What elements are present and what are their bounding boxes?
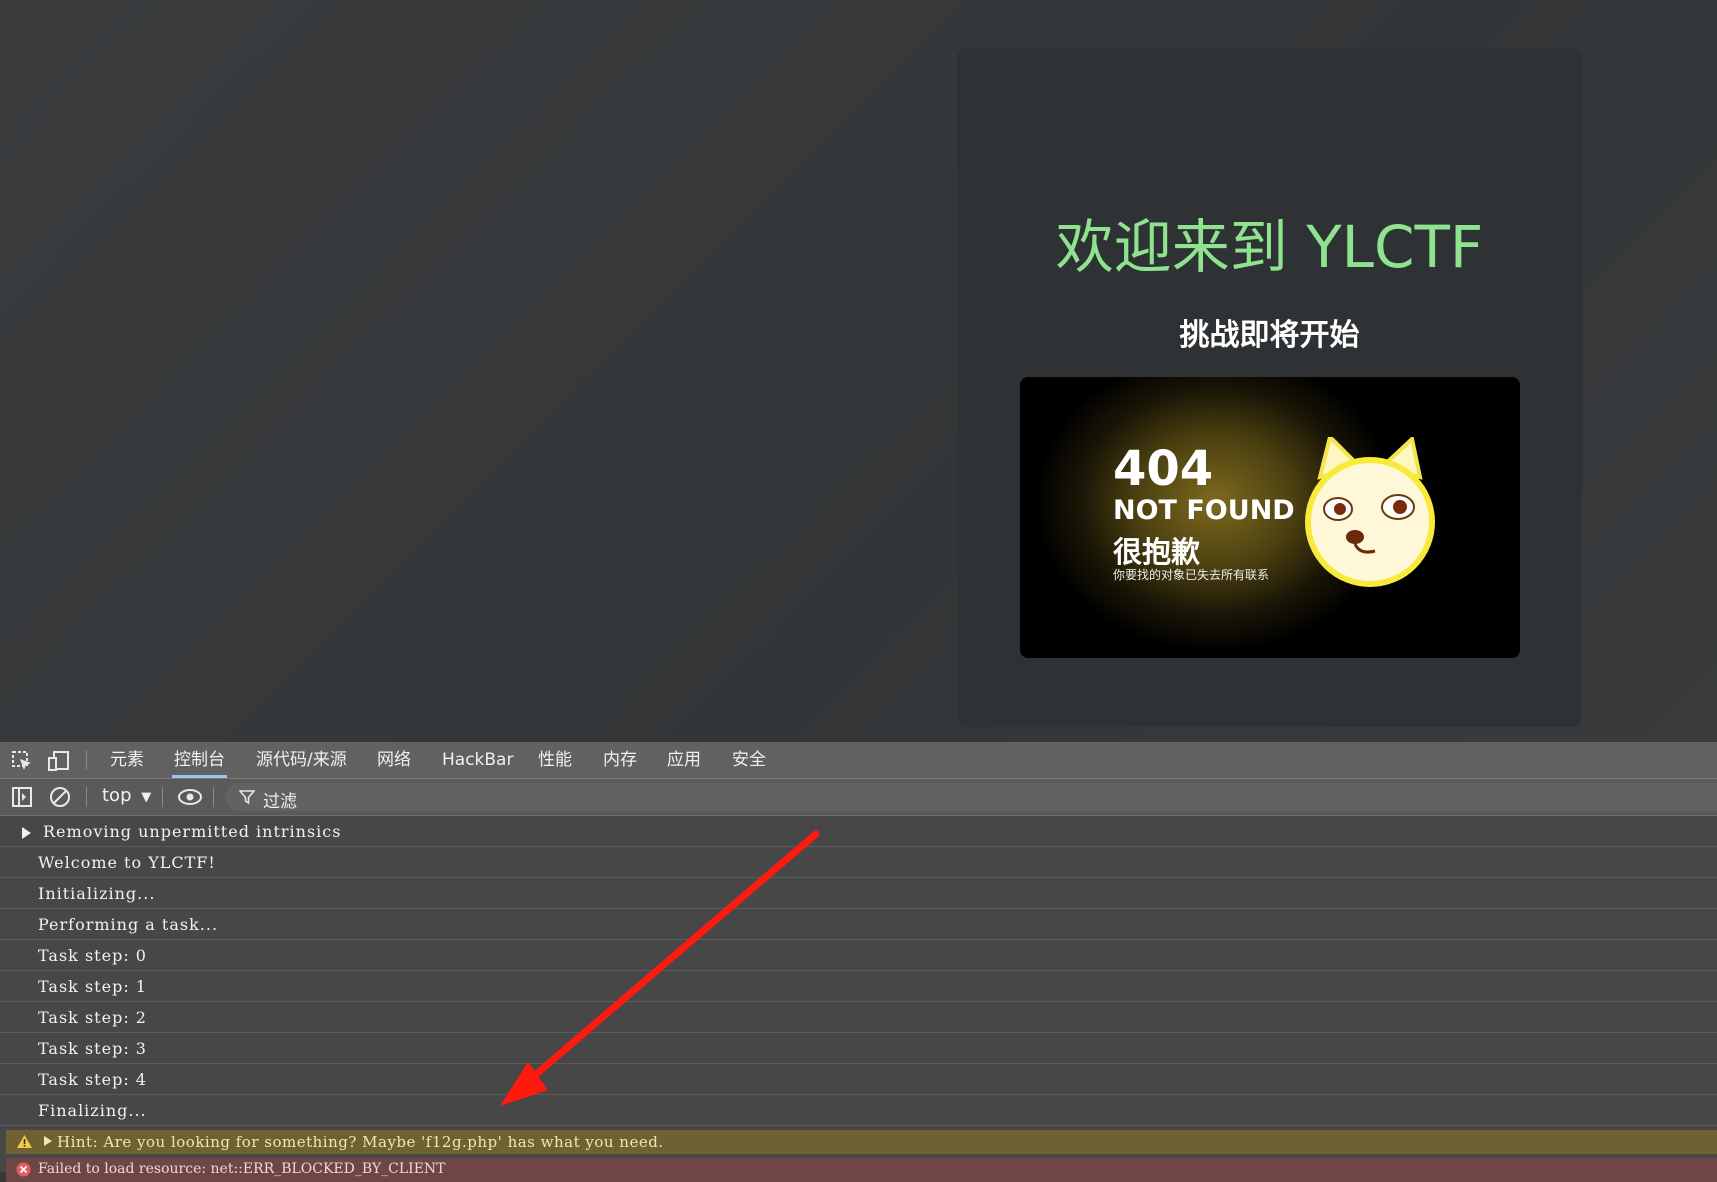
page-title: 欢迎来到 YLCTF <box>1055 213 1484 281</box>
log-row: Welcome to YLCTF! <box>0 847 1717 878</box>
tab-network[interactable]: 网络 <box>375 742 413 778</box>
log-text: Welcome to YLCTF! <box>38 853 216 872</box>
tab-console[interactable]: 控制台 <box>172 742 227 778</box>
divider <box>213 787 214 807</box>
tab-elements[interactable]: 元素 <box>108 742 146 778</box>
log-row: Task step: 3 <box>0 1033 1717 1064</box>
console-error-row[interactable]: Failed to load resource: net::ERR_BLOCKE… <box>6 1158 1717 1182</box>
tab-hackbar[interactable]: HackBar <box>440 742 515 778</box>
devtools-tabbar: 元素 控制台 源代码/来源 网络 HackBar 性能 内存 应用 安全 <box>0 742 1717 779</box>
error-code: 404 <box>1113 441 1214 497</box>
clear-console-icon[interactable] <box>49 786 71 808</box>
tab-performance[interactable]: 性能 <box>536 742 574 778</box>
log-row: Initializing... <box>0 878 1717 909</box>
log-text: Task step: 1 <box>38 977 147 996</box>
tab-application[interactable]: 应用 <box>665 742 703 778</box>
error-text: Failed to load resource: net::ERR_BLOCKE… <box>38 1161 446 1177</box>
tab-security[interactable]: 安全 <box>730 742 768 778</box>
sorry-text: 很抱歉 <box>1113 535 1201 569</box>
chevron-down-icon: ▼ <box>141 790 152 805</box>
log-text: Performing a task... <box>38 915 219 934</box>
welcome-card: 欢迎来到 YLCTF 挑战即将开始 404 NOT FOUND 很抱歉 你要找的… <box>957 48 1582 727</box>
log-text: Task step: 3 <box>38 1039 147 1058</box>
console-toolbar: top ▼ 过滤 <box>0 779 1717 816</box>
devtools-panel: 元素 控制台 源代码/来源 网络 HackBar 性能 内存 应用 安全 top… <box>0 742 1717 1172</box>
tab-sources[interactable]: 源代码/来源 <box>254 742 349 778</box>
sidebar-toggle-icon[interactable] <box>11 786 33 808</box>
log-row: Task step: 4 <box>0 1064 1717 1095</box>
expand-triangle-icon[interactable] <box>22 827 31 839</box>
log-text: Removing unpermitted intrinsics <box>43 822 342 841</box>
filter-icon <box>239 790 255 805</box>
404-illustration: 404 NOT FOUND 很抱歉 你要找的对象已失去所有联系 <box>1020 377 1520 658</box>
error-heading: NOT FOUND <box>1113 495 1295 526</box>
divider <box>86 787 87 807</box>
divider <box>86 750 87 770</box>
console-warning-row[interactable]: Hint: Are you looking for something? May… <box>6 1130 1717 1154</box>
device-toolbar-icon[interactable] <box>48 750 70 772</box>
log-row: Task step: 1 <box>0 971 1717 1002</box>
warning-icon <box>17 1135 32 1148</box>
tab-memory[interactable]: 内存 <box>601 742 639 778</box>
log-row: Finalizing... <box>0 1095 1717 1126</box>
log-text: Task step: 2 <box>38 1008 147 1027</box>
doge-icon <box>1305 437 1435 587</box>
filter-input[interactable]: 过滤 <box>225 783 1717 812</box>
page-subtitle: 挑战即将开始 <box>1179 318 1360 353</box>
log-row[interactable]: Removing unpermitted intrinsics <box>0 816 1717 847</box>
error-caption: 你要找的对象已失去所有联系 <box>1113 568 1270 582</box>
inspect-element-icon[interactable] <box>11 750 33 772</box>
filter-placeholder: 过滤 <box>263 792 297 812</box>
webpage-viewport: 欢迎来到 YLCTF 挑战即将开始 404 NOT FOUND 很抱歉 你要找的… <box>0 0 1717 742</box>
expand-triangle-icon[interactable] <box>44 1136 52 1146</box>
log-row: Task step: 0 <box>0 940 1717 971</box>
warning-text: Hint: Are you looking for something? May… <box>57 1133 664 1151</box>
log-text: Initializing... <box>38 884 156 903</box>
log-text: Task step: 4 <box>38 1070 147 1089</box>
error-icon <box>16 1162 31 1177</box>
console-log-list: Removing unpermitted intrinsics Welcome … <box>0 816 1717 1172</box>
log-text: Finalizing... <box>38 1101 147 1120</box>
context-select[interactable]: top ▼ <box>102 785 151 806</box>
live-expression-eye-icon[interactable] <box>177 786 203 808</box>
context-value: top <box>102 785 132 806</box>
log-row: Task step: 2 <box>0 1002 1717 1033</box>
log-text: Task step: 0 <box>38 946 147 965</box>
log-row: Performing a task... <box>0 909 1717 940</box>
divider <box>162 787 163 807</box>
